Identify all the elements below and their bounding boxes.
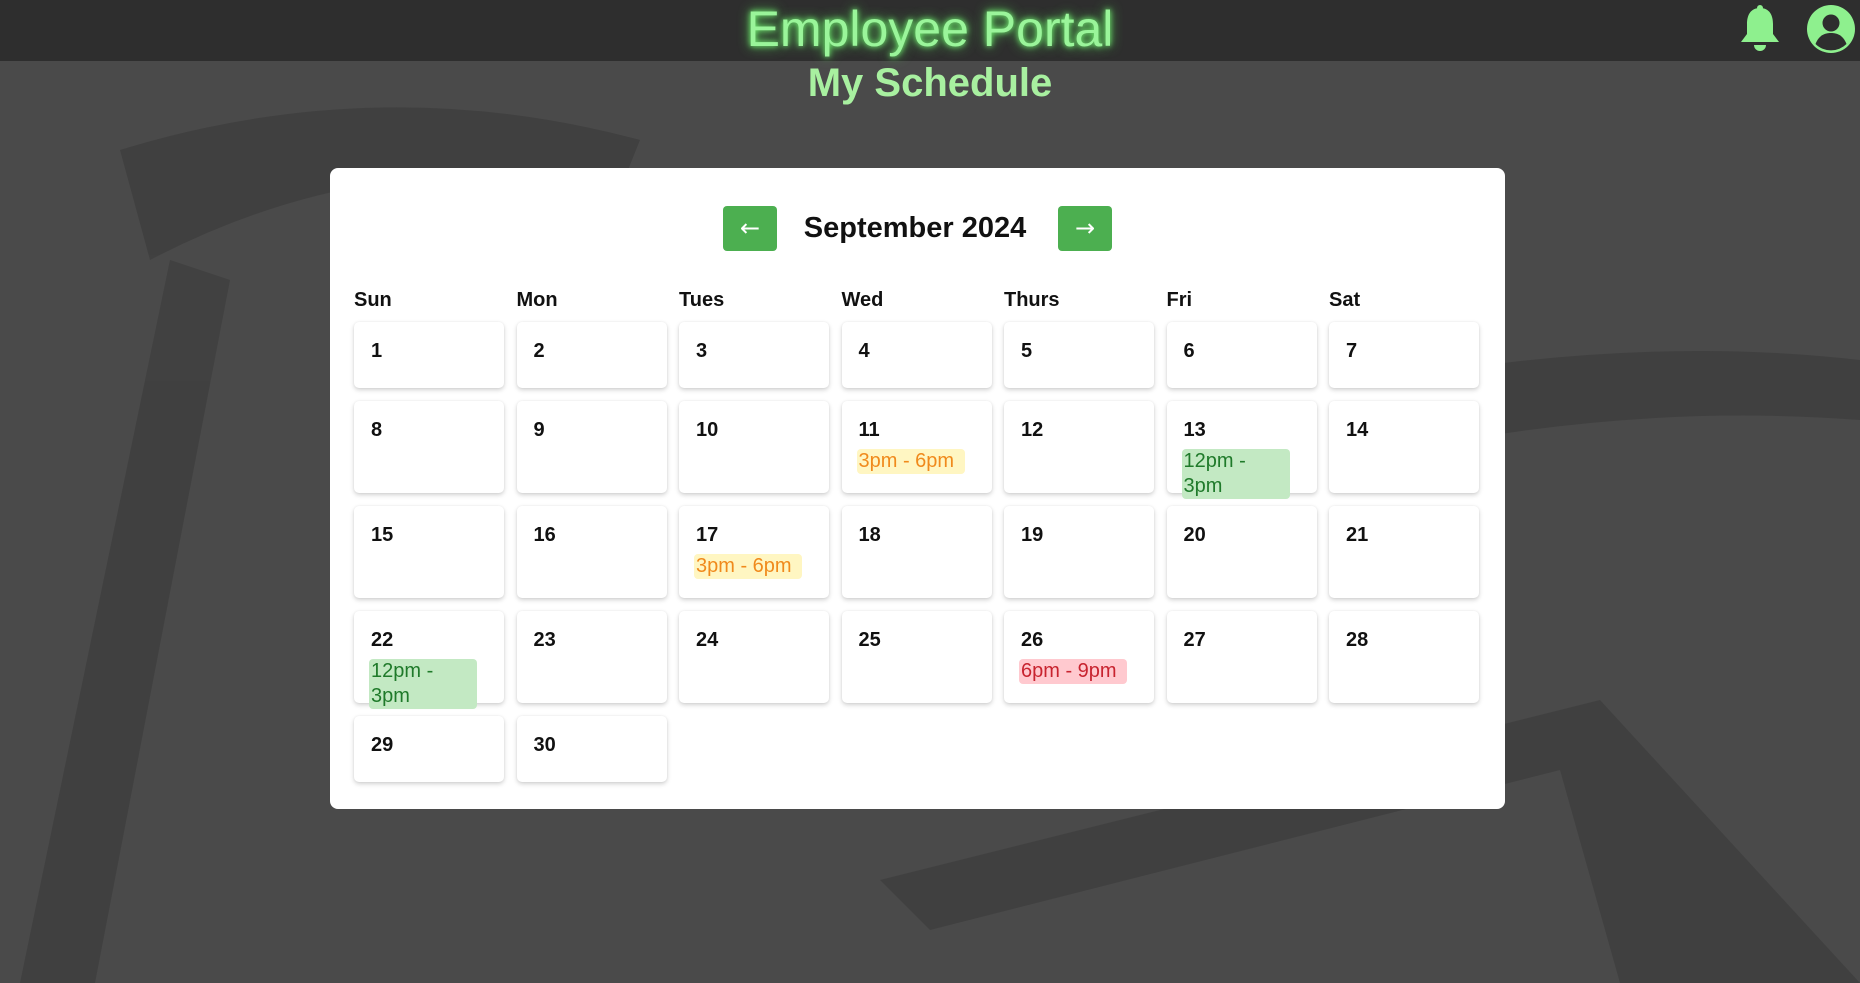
weekday-header: Fri bbox=[1166, 289, 1193, 311]
calendar-day-cell[interactable]: 30 bbox=[516, 716, 667, 782]
day-number: 12 bbox=[1021, 419, 1044, 441]
day-number: 1 bbox=[371, 340, 383, 362]
page-title: My Schedule bbox=[807, 61, 1053, 105]
calendar-day-cell[interactable]: 23 bbox=[516, 611, 667, 703]
day-number: 9 bbox=[533, 419, 545, 441]
calendar-day-cell[interactable]: 12 bbox=[1004, 401, 1154, 493]
shift-badge[interactable]: 12pm - 3pm bbox=[369, 659, 477, 709]
day-number: 27 bbox=[1183, 629, 1206, 651]
day-number: 13 bbox=[1183, 419, 1206, 441]
calendar-day-cell[interactable]: 17 3pm - 6pm bbox=[679, 506, 829, 598]
calendar-day-cell[interactable]: 25 bbox=[841, 611, 992, 703]
calendar-day-cell[interactable]: 20 bbox=[1166, 506, 1317, 598]
day-number: 30 bbox=[533, 734, 556, 756]
calendar-day-cell[interactable]: 5 bbox=[1004, 322, 1154, 388]
weekday-header: Mon bbox=[516, 289, 558, 311]
day-number: 17 bbox=[696, 524, 719, 546]
calendar-card: ← September 2024 → Sun Mon Tues Wed Thurs Fri… bbox=[330, 168, 1505, 809]
top-bar: Employee Portal bbox=[0, 0, 1860, 61]
calendar-day-cell[interactable]: 24 bbox=[679, 611, 829, 703]
day-number: 23 bbox=[533, 629, 556, 651]
day-number: 28 bbox=[1346, 629, 1369, 651]
calendar-day-cell[interactable]: 27 bbox=[1166, 611, 1317, 703]
day-number: 6 bbox=[1183, 340, 1195, 362]
app-title: Employee Portal bbox=[746, 1, 1114, 57]
day-number: 19 bbox=[1021, 524, 1044, 546]
calendar-day-cell[interactable]: 1 bbox=[354, 322, 504, 388]
user-circle-icon[interactable] bbox=[1806, 4, 1856, 54]
calendar-day-cell[interactable]: 9 bbox=[516, 401, 667, 493]
day-number: 11 bbox=[858, 419, 880, 441]
day-number: 24 bbox=[696, 629, 719, 651]
day-number: 8 bbox=[371, 419, 383, 441]
shift-badge[interactable]: 6pm - 9pm bbox=[1019, 659, 1127, 684]
calendar-day-cell[interactable]: 26 6pm - 9pm bbox=[1004, 611, 1154, 703]
weekday-header: Sat bbox=[1329, 289, 1361, 311]
day-number: 15 bbox=[371, 524, 394, 546]
calendar-day-cell[interactable]: 8 bbox=[354, 401, 504, 493]
shift-badge[interactable]: 3pm - 6pm bbox=[856, 449, 965, 474]
calendar-day-cell[interactable]: 6 bbox=[1166, 322, 1317, 388]
day-number: 3 bbox=[696, 340, 708, 362]
day-number: 14 bbox=[1346, 419, 1369, 441]
calendar-day-cell[interactable]: 7 bbox=[1329, 322, 1479, 388]
shift-badge[interactable]: 12pm - 3pm bbox=[1181, 449, 1290, 499]
calendar-day-cell[interactable]: 21 bbox=[1329, 506, 1479, 598]
calendar-day-cell[interactable]: 22 12pm - 3pm bbox=[354, 611, 504, 709]
day-number: 18 bbox=[858, 524, 881, 546]
calendar-day-cell[interactable]: 14 bbox=[1329, 401, 1479, 493]
calendar-day-cell[interactable]: 10 bbox=[679, 401, 829, 493]
shift-badge[interactable]: 3pm - 6pm bbox=[694, 554, 802, 579]
day-number: 22 bbox=[371, 629, 394, 651]
day-number: 25 bbox=[858, 629, 881, 651]
weekday-header: Sun bbox=[354, 289, 392, 311]
calendar-day-cell[interactable]: 29 bbox=[354, 716, 504, 782]
bell-icon[interactable] bbox=[1738, 4, 1782, 56]
calendar-day-cell[interactable]: 18 bbox=[841, 506, 992, 598]
day-number: 4 bbox=[858, 340, 870, 362]
day-number: 20 bbox=[1183, 524, 1206, 546]
next-month-button[interactable]: → bbox=[1058, 206, 1112, 251]
day-number: 26 bbox=[1021, 629, 1044, 651]
calendar-day-cell[interactable]: 19 bbox=[1004, 506, 1154, 598]
day-number: 29 bbox=[371, 734, 394, 756]
calendar-day-cell[interactable]: 3 bbox=[679, 322, 829, 388]
calendar-grid: Sun Mon Tues Wed Thurs Fri Sat 1 2 3 4 5 6 7 8 9 10 11 3pm… bbox=[354, 285, 1481, 782]
calendar-day-cell[interactable]: 2 bbox=[516, 322, 667, 388]
day-number: 10 bbox=[696, 419, 719, 441]
calendar-day-cell[interactable]: 13 12pm - 3pm bbox=[1166, 401, 1317, 499]
weekday-header: Thurs bbox=[1004, 289, 1060, 311]
weekday-header: Wed bbox=[841, 289, 884, 311]
month-label: September 2024 bbox=[803, 212, 1027, 244]
calendar-day-cell[interactable]: 4 bbox=[841, 322, 992, 388]
day-number: 2 bbox=[533, 340, 545, 362]
prev-month-button[interactable]: ← bbox=[723, 206, 777, 251]
calendar-day-cell[interactable]: 15 bbox=[354, 506, 504, 598]
day-number: 16 bbox=[533, 524, 556, 546]
calendar-day-cell[interactable]: 16 bbox=[516, 506, 667, 598]
day-number: 21 bbox=[1346, 524, 1369, 546]
day-number: 5 bbox=[1021, 340, 1033, 362]
calendar-day-cell[interactable]: 28 bbox=[1329, 611, 1479, 703]
day-number: 7 bbox=[1346, 340, 1358, 362]
calendar-day-cell[interactable]: 11 3pm - 6pm bbox=[841, 401, 992, 493]
weekday-header: Tues bbox=[679, 289, 725, 311]
